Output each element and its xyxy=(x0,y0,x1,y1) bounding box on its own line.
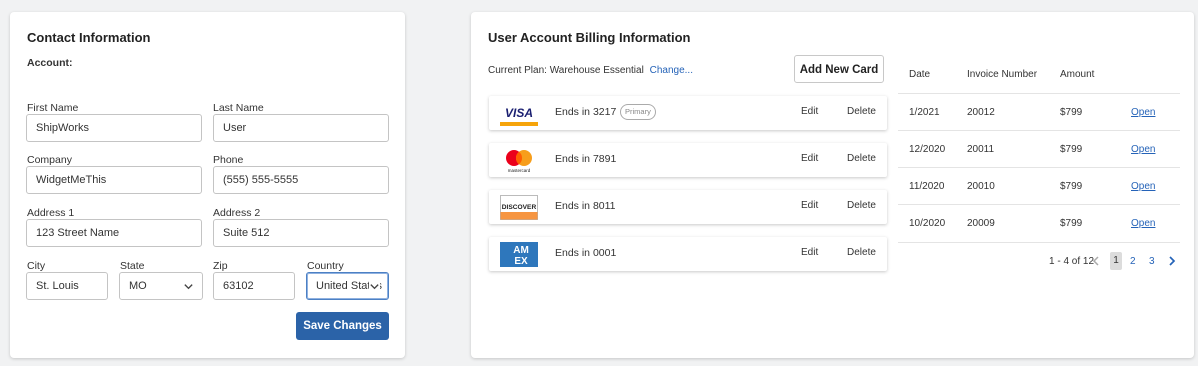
amex-logo-text: AM xyxy=(513,245,529,256)
page-1-button[interactable]: 1 xyxy=(1110,252,1122,270)
table-row: 11/2020 20010 $799 Open xyxy=(898,167,1180,205)
table-row: 1/2021 20012 $799 Open xyxy=(898,93,1180,131)
open-invoice-link[interactable]: Open xyxy=(1131,218,1155,229)
open-invoice-link[interactable]: Open xyxy=(1131,144,1155,155)
address2-field[interactable]: Suite 512 xyxy=(213,219,389,247)
invoice-amount: $799 xyxy=(1060,107,1083,118)
address1-label: Address 1 xyxy=(27,207,75,219)
state-select[interactable]: MO xyxy=(119,272,203,300)
invoice-amount: $799 xyxy=(1060,144,1083,155)
invoice-number: 20011 xyxy=(967,144,995,155)
edit-card-button[interactable]: Edit xyxy=(801,106,818,117)
card-ends: Ends in 0001 xyxy=(555,247,617,259)
discover-logo: DISCOVER xyxy=(500,195,538,220)
mastercard-logo: mastercard xyxy=(506,150,532,173)
card-row: AM EX Ends in 0001 Edit Delete xyxy=(489,237,887,271)
phone-field[interactable]: (555) 555-5555 xyxy=(213,166,389,194)
city-label: City xyxy=(27,260,46,272)
zip-field[interactable]: 63102 xyxy=(213,272,295,300)
mastercard-logo-text: mastercard xyxy=(508,168,531,173)
page-3-button[interactable]: 3 xyxy=(1149,256,1155,267)
edit-card-button[interactable]: Edit xyxy=(801,200,818,211)
current-plan: Current Plan: Warehouse Essential Change… xyxy=(488,65,693,76)
card-ends: Ends in 8011 xyxy=(555,200,616,212)
card-ends: Ends in 7891 xyxy=(555,153,617,165)
zip-label: Zip xyxy=(213,260,228,272)
contact-title: Contact Information xyxy=(27,30,151,45)
column-header-invoice-number: Invoice Number xyxy=(967,69,1038,80)
delete-card-button[interactable]: Delete xyxy=(847,153,876,164)
chevron-down-icon xyxy=(184,284,193,290)
edit-card-button[interactable]: Edit xyxy=(801,247,818,258)
card-row: DISCOVER Ends in 8011 Edit Delete xyxy=(489,190,887,224)
first-name-field[interactable]: ShipWorks xyxy=(26,114,202,142)
table-row: 12/2020 20011 $799 Open xyxy=(898,130,1180,168)
invoice-amount: $799 xyxy=(1060,181,1083,192)
invoice-date: 1/2021 xyxy=(909,107,940,118)
country-label: Country xyxy=(307,260,344,272)
first-name-label: First Name xyxy=(27,102,79,114)
visa-logo: VISA xyxy=(500,101,538,126)
billing-title: User Account Billing Information xyxy=(488,30,691,45)
delete-card-button[interactable]: Delete xyxy=(847,200,876,211)
add-new-card-button[interactable]: Add New Card xyxy=(794,55,884,83)
address1-field[interactable]: 123 Street Name xyxy=(26,219,202,247)
invoice-number: 20012 xyxy=(967,107,995,118)
company-field[interactable]: WidgetMeThis xyxy=(26,166,202,194)
amex-logo: AM EX xyxy=(500,242,538,267)
chevron-down-icon xyxy=(369,281,380,292)
table-row: 10/2020 20009 $799 Open xyxy=(898,204,1180,243)
column-header-date: Date xyxy=(909,69,931,80)
card-ends: Ends in 3217 xyxy=(555,106,617,118)
column-header-amount: Amount xyxy=(1060,69,1095,80)
visa-logo-text: VISA xyxy=(505,106,533,120)
open-invoice-link[interactable]: Open xyxy=(1131,107,1155,118)
company-label: Company xyxy=(27,154,72,166)
amex-logo-text: EX xyxy=(514,256,528,267)
invoice-date: 12/2020 xyxy=(909,144,946,155)
contact-information-panel: Contact Information Account: First Name … xyxy=(10,12,405,358)
chevron-right-icon[interactable] xyxy=(1167,255,1177,267)
pagination-summary: 1 - 4 of 12 xyxy=(1049,256,1095,267)
invoice-number: 20009 xyxy=(967,218,995,229)
country-select[interactable]: United States xyxy=(306,272,389,300)
discover-logo-text: DISCOVER xyxy=(502,204,537,211)
invoice-amount: $799 xyxy=(1060,218,1083,229)
last-name-label: Last Name xyxy=(213,102,264,114)
state-label: State xyxy=(120,260,145,272)
open-invoice-link[interactable]: Open xyxy=(1131,181,1155,192)
last-name-field[interactable]: User xyxy=(213,114,389,142)
delete-card-button[interactable]: Delete xyxy=(847,247,876,258)
billing-information-panel: User Account Billing Information Current… xyxy=(471,12,1194,358)
current-plan-text: Current Plan: Warehouse Essential xyxy=(488,65,644,76)
card-row: VISA Ends in 3217 Primary Edit Delete xyxy=(489,96,887,130)
save-changes-button[interactable]: Save Changes xyxy=(296,312,389,340)
city-field[interactable]: St. Louis xyxy=(26,272,108,300)
change-plan-link[interactable]: Change... xyxy=(650,65,693,76)
page-2-button[interactable]: 2 xyxy=(1130,256,1136,267)
address2-label: Address 2 xyxy=(213,207,261,219)
invoice-date: 11/2020 xyxy=(909,181,945,192)
phone-label: Phone xyxy=(213,154,244,166)
account-label: Account: xyxy=(27,57,73,69)
chevron-left-icon[interactable] xyxy=(1091,255,1101,267)
delete-card-button[interactable]: Delete xyxy=(847,106,876,117)
edit-card-button[interactable]: Edit xyxy=(801,153,818,164)
invoice-date: 10/2020 xyxy=(909,218,946,229)
invoice-number: 20010 xyxy=(967,181,995,192)
primary-badge: Primary xyxy=(620,104,656,120)
state-value: MO xyxy=(129,280,147,292)
card-row: mastercard Ends in 7891 Edit Delete xyxy=(489,143,887,177)
